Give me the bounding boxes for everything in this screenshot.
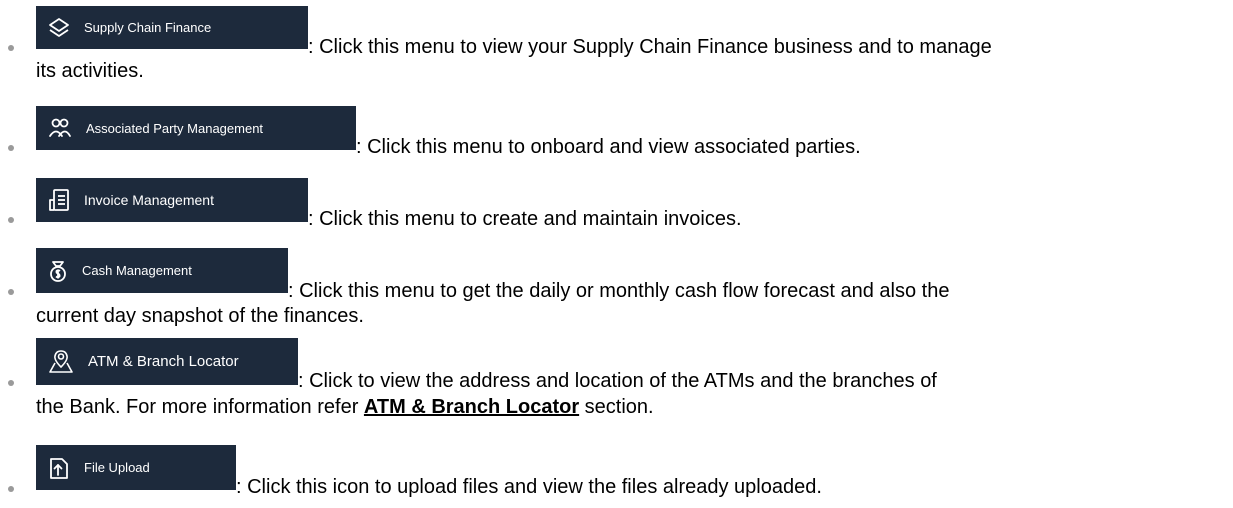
menu-label: Associated Party Management xyxy=(86,120,264,136)
menu-label: Cash Management xyxy=(82,263,192,278)
item-description: : Click this menu to get the daily or mo… xyxy=(288,280,950,302)
menu-label: Supply Chain Finance xyxy=(84,20,212,35)
supply-chain-finance-menu[interactable]: Supply Chain Finance xyxy=(36,6,308,49)
desc-text: section. xyxy=(579,396,654,418)
item-description-cont: its activities. xyxy=(36,60,144,82)
file-upload-icon xyxy=(48,456,70,480)
item-description-cont: current day snapshot of the finances. xyxy=(36,305,364,327)
bullet xyxy=(8,45,14,51)
users-icon xyxy=(48,117,72,139)
item-description: : Click this menu to onboard and view as… xyxy=(356,136,861,158)
desc-text: the Bank. For more information refer xyxy=(36,396,364,418)
item-description-cont: the Bank. For more information refer ATM… xyxy=(36,394,654,420)
menu-label: Invoice Management xyxy=(84,192,214,208)
layers-icon xyxy=(48,17,70,39)
file-upload-menu[interactable]: File Upload xyxy=(36,445,236,490)
bullet xyxy=(8,486,14,492)
cash-management-menu[interactable]: Cash Management xyxy=(36,248,288,293)
atm-branch-locator-menu[interactable]: ATM & Branch Locator xyxy=(36,338,298,385)
bullet xyxy=(8,217,14,223)
associated-party-management-menu[interactable]: Associated Party Management xyxy=(36,106,356,150)
map-pin-icon xyxy=(48,349,74,375)
item-description: : Click this menu to create and maintain… xyxy=(308,208,742,230)
item-description: : Click this icon to upload files and vi… xyxy=(236,476,822,498)
bullet xyxy=(8,289,14,295)
menu-label: File Upload xyxy=(84,460,150,475)
item-description: : Click this menu to view your Supply Ch… xyxy=(308,36,992,58)
invoice-management-menu[interactable]: Invoice Management xyxy=(36,178,308,222)
bullet xyxy=(8,145,14,151)
invoice-icon xyxy=(48,188,70,212)
menu-label: ATM & Branch Locator xyxy=(88,353,239,370)
bullet xyxy=(8,380,14,386)
item-description: : Click to view the address and location… xyxy=(298,370,937,392)
money-bag-icon xyxy=(48,259,68,283)
atm-branch-locator-link[interactable]: ATM & Branch Locator xyxy=(364,396,579,418)
